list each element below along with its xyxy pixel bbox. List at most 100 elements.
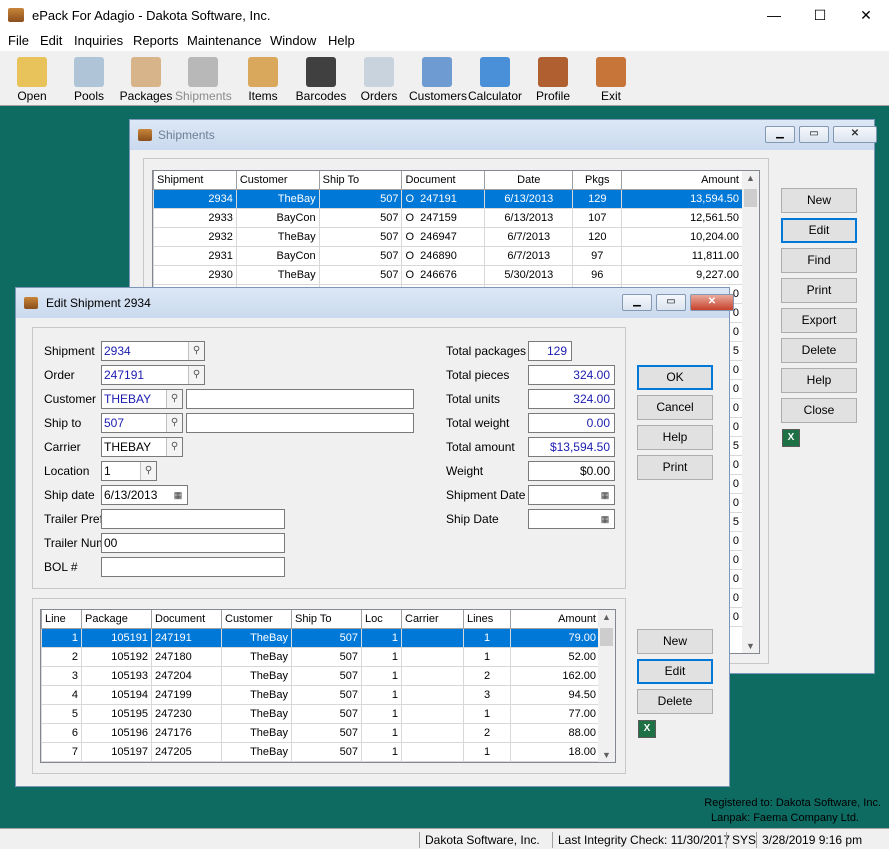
shipments-scrollbar[interactable]: ▲ ▼ — [742, 171, 759, 653]
table-row[interactable]: 5 105195 247230 TheBay 507 1 1 77.00 — [41, 703, 600, 724]
toolbar-pools-button[interactable]: Pools — [61, 53, 117, 105]
toolbar-open-button[interactable]: Open — [4, 53, 60, 105]
menu-edit[interactable]: Edit — [40, 33, 62, 48]
shipments-window-icon — [138, 129, 152, 141]
toolbar-customers-button[interactable]: Customers — [409, 53, 467, 105]
ok-button[interactable]: OK — [637, 365, 713, 390]
edit-maximize-button[interactable]: ▭ — [656, 294, 686, 311]
column-header[interactable]: Amount — [621, 171, 743, 190]
toolbar-items-button[interactable]: Items — [235, 53, 291, 105]
table-row[interactable]: 1 105191 247191 TheBay 507 1 1 79.00 — [41, 627, 600, 648]
shipment-date-input[interactable]: ▦ — [528, 485, 615, 505]
column-header[interactable]: Loc — [361, 610, 402, 629]
carrier-input[interactable]: THEBAY ⚲ — [101, 437, 183, 457]
menu-inquiries[interactable]: Inquiries — [74, 33, 123, 48]
maximize-button[interactable]: ☐ — [797, 0, 843, 31]
toolbar-barcodes-button[interactable]: Barcodes — [293, 53, 349, 105]
shipments-maximize-button[interactable]: ▭ — [799, 126, 829, 143]
shipments-print-button[interactable]: Print — [781, 278, 857, 303]
table-row[interactable]: 2 105192 247180 TheBay 507 1 1 52.00 — [41, 646, 600, 667]
line-edit-button[interactable]: Edit — [637, 659, 713, 684]
bol-input[interactable] — [101, 557, 285, 577]
location-input[interactable]: 1 ⚲ — [101, 461, 157, 481]
shipments-new-button[interactable]: New — [781, 188, 857, 213]
minimize-button[interactable]: — — [751, 0, 797, 31]
shipments-minimize-button[interactable]: ▁ — [765, 126, 795, 143]
shipments-find-button[interactable]: Find — [781, 248, 857, 273]
carrier-lookup-icon[interactable]: ⚲ — [166, 438, 182, 456]
menu-file[interactable]: File — [8, 33, 29, 48]
column-header[interactable]: Package — [81, 610, 152, 629]
table-row[interactable]: 2934 TheBay 507 O 247191 6/13/2013 129 13,594.… — [153, 188, 743, 209]
print-button[interactable]: Print — [637, 455, 713, 480]
lines-table[interactable]: Line Package Document Customer Ship To Loc Car… — [40, 609, 616, 763]
shipments-close-button[interactable]: Close — [781, 398, 857, 423]
shipment-date-calendar-icon[interactable]: ▦ — [597, 487, 613, 503]
shipments-title: Shipments — [158, 128, 215, 142]
shipment-lookup-icon[interactable]: ⚲ — [188, 342, 204, 360]
lines-excel-icon[interactable]: X — [638, 720, 656, 738]
column-header[interactable]: Ship To — [318, 171, 403, 190]
toolbar-exit-button[interactable]: Exit — [583, 53, 639, 105]
weight-input[interactable]: $0.00 — [528, 461, 615, 481]
trailer-num-input[interactable]: 00 — [101, 533, 285, 553]
shipment-input[interactable]: 2934 ⚲ — [101, 341, 205, 361]
table-row[interactable]: 2932 TheBay 507 O 246947 6/7/2013 120 10,204.0… — [153, 226, 743, 247]
column-header[interactable]: Shipment — [153, 171, 237, 190]
toolbar-packages-button[interactable]: Packages — [118, 53, 174, 105]
edit-minimize-button[interactable]: ▁ — [622, 294, 652, 311]
ship-date-calendar-icon[interactable]: ▦ — [597, 511, 613, 527]
toolbar-shipments-button[interactable]: Shipments — [175, 53, 232, 105]
table-row[interactable]: 2933 BayCon 507 O 247159 6/13/2013 107 12,561.… — [153, 207, 743, 228]
column-header[interactable]: Pkgs — [572, 171, 623, 190]
column-header[interactable]: Amount — [510, 610, 600, 629]
column-header[interactable]: Document — [401, 171, 486, 190]
column-header[interactable]: Date — [484, 171, 574, 190]
table-row[interactable]: 3 105193 247204 TheBay 507 1 2 162.00 — [41, 665, 600, 686]
column-header[interactable]: Customer — [235, 171, 320, 190]
table-row[interactable]: 6 105196 247176 TheBay 507 1 2 88.00 — [41, 722, 600, 743]
table-row[interactable]: 7 105197 247205 TheBay 507 1 1 18.00 — [41, 741, 600, 762]
shipdate-input[interactable]: 6/13/2013 ▦ — [101, 485, 188, 505]
table-row[interactable]: 2931 BayCon 507 O 246890 6/7/2013 97 11,811.00 — [153, 245, 743, 266]
help-button[interactable]: Help — [637, 425, 713, 450]
shipments-help-button[interactable]: Help — [781, 368, 857, 393]
toolbar-calculator-button[interactable]: Calculator — [467, 53, 523, 105]
ship-date-input[interactable]: ▦ — [528, 509, 615, 529]
column-header[interactable]: Line — [41, 610, 82, 629]
line-delete-button[interactable]: Delete — [637, 689, 713, 714]
column-header[interactable]: Document — [151, 610, 222, 629]
column-header[interactable]: Lines — [463, 610, 511, 629]
shipto-lookup-icon[interactable]: ⚲ — [166, 414, 182, 432]
column-header[interactable]: Customer — [221, 610, 292, 629]
menu-help[interactable]: Help — [328, 33, 355, 48]
column-header[interactable]: Carrier — [401, 610, 464, 629]
trailer-prefix-input[interactable] — [101, 509, 285, 529]
cancel-button[interactable]: Cancel — [637, 395, 713, 420]
customer-input[interactable]: THEBAY ⚲ — [101, 389, 183, 409]
location-lookup-icon[interactable]: ⚲ — [140, 462, 156, 480]
menu-window[interactable]: Window — [270, 33, 316, 48]
shipments-close-button[interactable]: ✕ — [833, 126, 877, 143]
table-row[interactable]: 2930 TheBay 507 O 246676 5/30/2013 96 9,227.00 — [153, 264, 743, 285]
line-new-button[interactable]: New — [637, 629, 713, 654]
shipments-excel-icon[interactable]: X — [782, 429, 800, 447]
close-button[interactable]: ✕ — [843, 0, 889, 31]
customer-lookup-icon[interactable]: ⚲ — [166, 390, 182, 408]
shipdate-calendar-icon[interactable]: ▦ — [170, 487, 186, 503]
table-row[interactable]: 4 105194 247199 TheBay 507 1 3 94.50 — [41, 684, 600, 705]
menu-maintenance[interactable]: Maintenance — [187, 33, 261, 48]
menu-reports[interactable]: Reports — [133, 33, 179, 48]
shipments-export-button[interactable]: Export — [781, 308, 857, 333]
order-input[interactable]: 247191 ⚲ — [101, 365, 205, 385]
shipto-input[interactable]: 507 ⚲ — [101, 413, 183, 433]
shipments-edit-button[interactable]: Edit — [781, 218, 857, 243]
shipments-delete-button[interactable]: Delete — [781, 338, 857, 363]
order-lookup-icon[interactable]: ⚲ — [188, 366, 204, 384]
toolbar-orders-button[interactable]: Orders — [351, 53, 407, 105]
edit-close-button[interactable]: ✕ — [690, 294, 734, 311]
column-header[interactable]: Ship To — [291, 610, 362, 629]
toolbar-profile-button[interactable]: Profile — [525, 53, 581, 105]
lines-scrollbar[interactable]: ▲ ▼ — [598, 610, 615, 762]
boxes-icon — [248, 57, 278, 87]
